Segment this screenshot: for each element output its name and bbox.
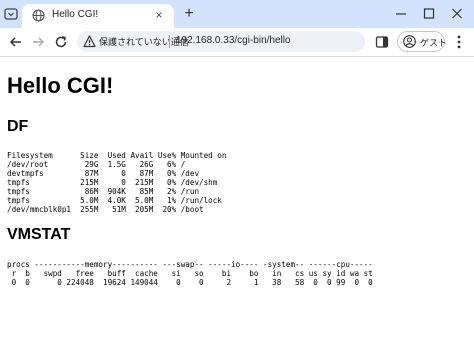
df-row: /dev/mmcblk0p1 255M 51M 205M 20% /boot: [7, 205, 204, 214]
divider: [169, 35, 170, 48]
maximize-icon[interactable]: [418, 4, 440, 24]
tab-close-icon[interactable]: ×: [152, 8, 166, 22]
back-arrow-icon[interactable]: [7, 33, 25, 51]
vmstat-header-columns: r b swpd free buff cache si so bi bo in …: [7, 269, 373, 278]
profile-label: ゲスト: [420, 38, 448, 48]
df-output: Filesystem Size Used Avail Use% Mounted …: [7, 151, 226, 214]
minimize-icon[interactable]: [390, 4, 412, 24]
reload-icon[interactable]: [52, 33, 70, 51]
df-row: tmpfs 86M 904K 85M 2% /run: [7, 187, 200, 196]
df-header: Filesystem Size Used Avail Use% Mounted …: [7, 151, 227, 160]
vmstat-heading: VMSTAT: [7, 226, 71, 243]
person-icon: [403, 35, 416, 48]
df-row: /dev/root 29G 1.5G 26G 6% /: [7, 160, 186, 169]
df-row: devtmpfs 87M 0 87M 0% /dev: [7, 169, 200, 178]
df-heading: DF: [7, 118, 29, 135]
vmstat-output: procs -----------memory---------- ---swa…: [7, 260, 373, 287]
profile-button[interactable]: ゲスト: [397, 31, 448, 52]
vmstat-header-groups: procs -----------memory---------- ---swa…: [7, 260, 373, 269]
df-row: tmpfs 215M 0 215M 0% /dev/shm: [7, 178, 218, 187]
toolbar: 保護されていない通信 192.168.0.33/cgi-bin/hello ゲス…: [0, 28, 474, 57]
address-bar[interactable]: 保護されていない通信 192.168.0.33/cgi-bin/hello: [77, 31, 365, 52]
side-panel-icon[interactable]: [375, 35, 389, 49]
tab-switch-icon[interactable]: [4, 7, 18, 21]
tab-title: Hello CGI!: [52, 9, 99, 20]
kebab-menu-icon[interactable]: [452, 34, 466, 50]
tab-active[interactable]: Hello CGI! ×: [22, 4, 174, 28]
tab-strip: Hello CGI! × +: [0, 0, 474, 28]
vmstat-row: 0 0 0 224048 19624 149044 0 0 2 1 38 58 …: [7, 278, 373, 287]
df-row: tmpfs 5.0M 4.0K 5.0M 1% /run/lock: [7, 196, 222, 205]
warning-icon[interactable]: [83, 35, 96, 48]
page-title: Hello CGI!: [7, 73, 114, 98]
url-text[interactable]: 192.168.0.33/cgi-bin/hello: [176, 35, 291, 46]
forward-arrow-icon[interactable]: [29, 33, 47, 51]
globe-icon: [32, 9, 45, 22]
close-icon[interactable]: [446, 4, 468, 24]
new-tab-button[interactable]: +: [180, 5, 198, 23]
